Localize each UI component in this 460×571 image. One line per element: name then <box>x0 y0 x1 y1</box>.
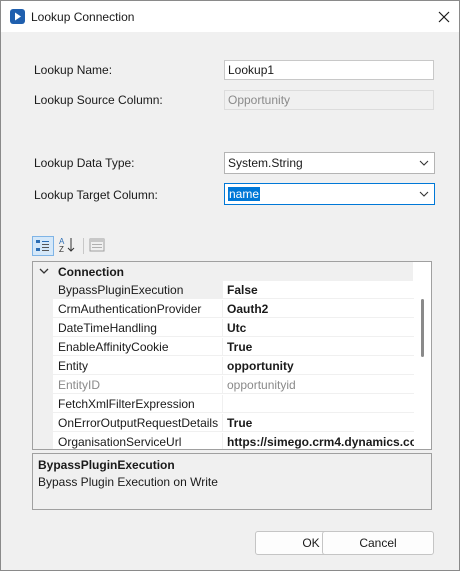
window-title: Lookup Connection <box>31 10 135 24</box>
property-name: BypassPluginExecution <box>53 281 223 299</box>
property-value[interactable]: Utc <box>223 319 414 337</box>
property-grid: Connection BypassPluginExecution False C… <box>32 261 432 450</box>
lookup-source-column-label: Lookup Source Column: <box>34 93 163 107</box>
property-name: FetchXmlFilterExpression <box>53 395 223 413</box>
property-name: DateTimeHandling <box>53 319 223 337</box>
property-value[interactable]: True <box>223 414 414 432</box>
lookup-target-column-select[interactable]: name <box>224 183 435 205</box>
property-row[interactable]: CrmAuthenticationProvider Oauth2 <box>33 300 414 319</box>
lookup-name-input[interactable]: Lookup1 <box>224 60 434 80</box>
lookup-target-column-value: name <box>228 187 261 201</box>
chevron-down-icon <box>419 160 429 166</box>
collapse-icon[interactable] <box>39 266 49 276</box>
categorized-icon <box>36 240 49 251</box>
property-description-panel: BypassPluginExecution Bypass Plugin Exec… <box>32 453 432 510</box>
property-value[interactable]: Oauth2 <box>223 300 414 318</box>
property-name: OrganisationServiceUrl <box>53 433 223 449</box>
chevron-down-icon <box>419 191 429 197</box>
property-name: Entity <box>53 357 223 375</box>
cancel-button[interactable]: Cancel <box>322 531 434 555</box>
property-pages-icon <box>89 238 105 252</box>
sort-az-icon: A Z <box>59 237 75 254</box>
lookup-source-column-field: Opportunity <box>224 90 434 110</box>
property-value[interactable]: opportunity <box>223 357 414 375</box>
property-row[interactable]: OrganisationServiceUrl https://simego.cr… <box>33 433 414 449</box>
property-name: OnErrorOutputRequestDetails <box>53 414 223 432</box>
property-value: opportunityid <box>223 376 414 394</box>
property-value[interactable]: True <box>223 338 414 356</box>
property-row[interactable]: BypassPluginExecution False <box>33 281 414 300</box>
property-name: EntityID <box>53 376 223 394</box>
toolbar-divider <box>83 238 84 254</box>
categorized-view-button[interactable] <box>32 236 54 256</box>
description-title: BypassPluginExecution <box>38 458 175 472</box>
property-row[interactable]: FetchXmlFilterExpression <box>33 395 414 414</box>
close-icon <box>438 11 450 22</box>
property-pages-button <box>87 236 109 256</box>
property-value[interactable]: False <box>223 281 414 299</box>
description-text: Bypass Plugin Execution on Write <box>38 475 218 489</box>
property-value[interactable]: https://simego.crm4.dynamics.com <box>223 433 414 449</box>
svg-text:Z: Z <box>59 245 64 254</box>
app-icon <box>10 9 25 24</box>
category-row-connection[interactable]: Connection <box>33 262 413 281</box>
property-row[interactable]: OnErrorOutputRequestDetails True <box>33 414 414 433</box>
category-label: Connection <box>58 265 124 279</box>
close-button[interactable] <box>429 1 459 32</box>
lookup-target-column-label: Lookup Target Column: <box>34 188 158 202</box>
lookup-data-type-value: System.String <box>228 156 303 170</box>
grid-scrollbar[interactable] <box>414 262 431 449</box>
property-value[interactable] <box>223 395 414 413</box>
property-name: EnableAffinityCookie <box>53 338 223 356</box>
property-row[interactable]: EnableAffinityCookie True <box>33 338 414 357</box>
lookup-name-label: Lookup Name: <box>34 63 113 77</box>
property-row[interactable]: DateTimeHandling Utc <box>33 319 414 338</box>
alphabetical-view-button[interactable]: A Z <box>57 236 79 256</box>
lookup-data-type-label: Lookup Data Type: <box>34 156 135 170</box>
title-bar: Lookup Connection <box>1 1 459 32</box>
scrollbar-thumb[interactable] <box>421 299 424 357</box>
lookup-connection-dialog: Lookup Connection Lookup Name: Lookup1 L… <box>0 0 460 571</box>
property-name: CrmAuthenticationProvider <box>53 300 223 318</box>
property-row[interactable]: Entity opportunity <box>33 357 414 376</box>
property-row[interactable]: EntityID opportunityid <box>33 376 414 395</box>
lookup-data-type-select[interactable]: System.String <box>224 152 435 174</box>
